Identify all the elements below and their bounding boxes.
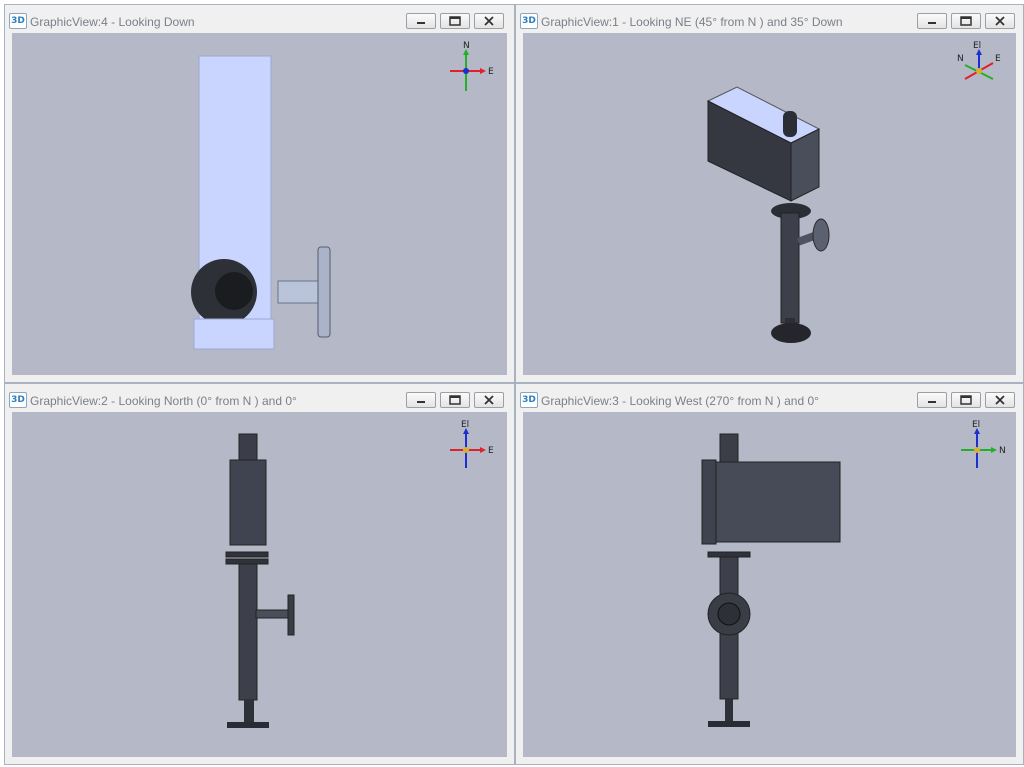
orientation-triad-icon: El E — [450, 420, 494, 468]
view-title: GraphicView:4 - Looking Down — [30, 15, 195, 29]
model-iso-view — [706, 86, 830, 343]
model-north-view — [225, 433, 295, 728]
svg-text:El: El — [973, 41, 981, 51]
restore-button[interactable] — [440, 392, 470, 408]
svg-text:N: N — [957, 54, 964, 64]
graphic-view-2-titlebar[interactable]: 3D GraphicView:2 - Looking North (0° fro… — [5, 384, 514, 412]
model-west-view — [701, 433, 841, 727]
minimize-button[interactable] — [917, 13, 947, 29]
svg-text:E: E — [488, 446, 494, 456]
graphic-view-2-pane: 3D GraphicView:2 - Looking North (0° fro… — [4, 383, 515, 765]
svg-text:N: N — [463, 41, 470, 51]
3d-view-icon: 3D — [9, 13, 27, 29]
svg-text:El: El — [972, 420, 980, 430]
close-button[interactable] — [474, 392, 504, 408]
restore-button[interactable] — [440, 13, 470, 29]
view-title: GraphicView:3 - Looking West (270° from … — [541, 394, 819, 408]
minimize-button[interactable] — [406, 392, 436, 408]
orientation-triad-icon: El N — [961, 420, 1006, 468]
svg-text:E: E — [995, 54, 1001, 64]
graphic-view-3-titlebar[interactable]: 3D GraphicView:3 - Looking West (270° fr… — [516, 384, 1023, 412]
graphic-view-3-pane: 3D GraphicView:3 - Looking West (270° fr… — [515, 383, 1024, 765]
graphic-view-4-titlebar[interactable]: 3D GraphicView:4 - Looking Down — [5, 5, 514, 33]
close-button[interactable] — [985, 13, 1015, 29]
orientation-triad-icon: El E N — [957, 41, 1001, 80]
view-title: GraphicView:1 - Looking NE (45° from N )… — [541, 15, 843, 29]
graphic-view-1-titlebar[interactable]: 3D GraphicView:1 - Looking NE (45° from … — [516, 5, 1023, 33]
3d-viewport[interactable]: N E — [12, 33, 507, 375]
minimize-button[interactable] — [406, 13, 436, 29]
3d-view-icon: 3D — [520, 13, 538, 29]
3d-viewport[interactable]: El N — [523, 412, 1016, 757]
model-top-view — [191, 55, 331, 350]
restore-button[interactable] — [951, 13, 981, 29]
3d-view-icon: 3D — [520, 392, 538, 408]
close-button[interactable] — [985, 392, 1015, 408]
3d-view-icon: 3D — [9, 392, 27, 408]
3d-viewport[interactable]: El E N — [523, 33, 1016, 375]
svg-text:N: N — [999, 446, 1006, 456]
minimize-button[interactable] — [917, 392, 947, 408]
svg-text:E: E — [488, 67, 494, 77]
orientation-triad-icon: N E — [450, 41, 494, 91]
graphic-view-4-pane: 3D GraphicView:4 - Looking Down N E — [4, 4, 515, 383]
close-button[interactable] — [474, 13, 504, 29]
restore-button[interactable] — [951, 392, 981, 408]
view-title: GraphicView:2 - Looking North (0° from N… — [30, 394, 297, 408]
graphic-view-1-pane: 3D GraphicView:1 - Looking NE (45° from … — [515, 4, 1024, 383]
svg-text:El: El — [461, 420, 469, 430]
3d-viewport[interactable]: El E — [12, 412, 507, 757]
